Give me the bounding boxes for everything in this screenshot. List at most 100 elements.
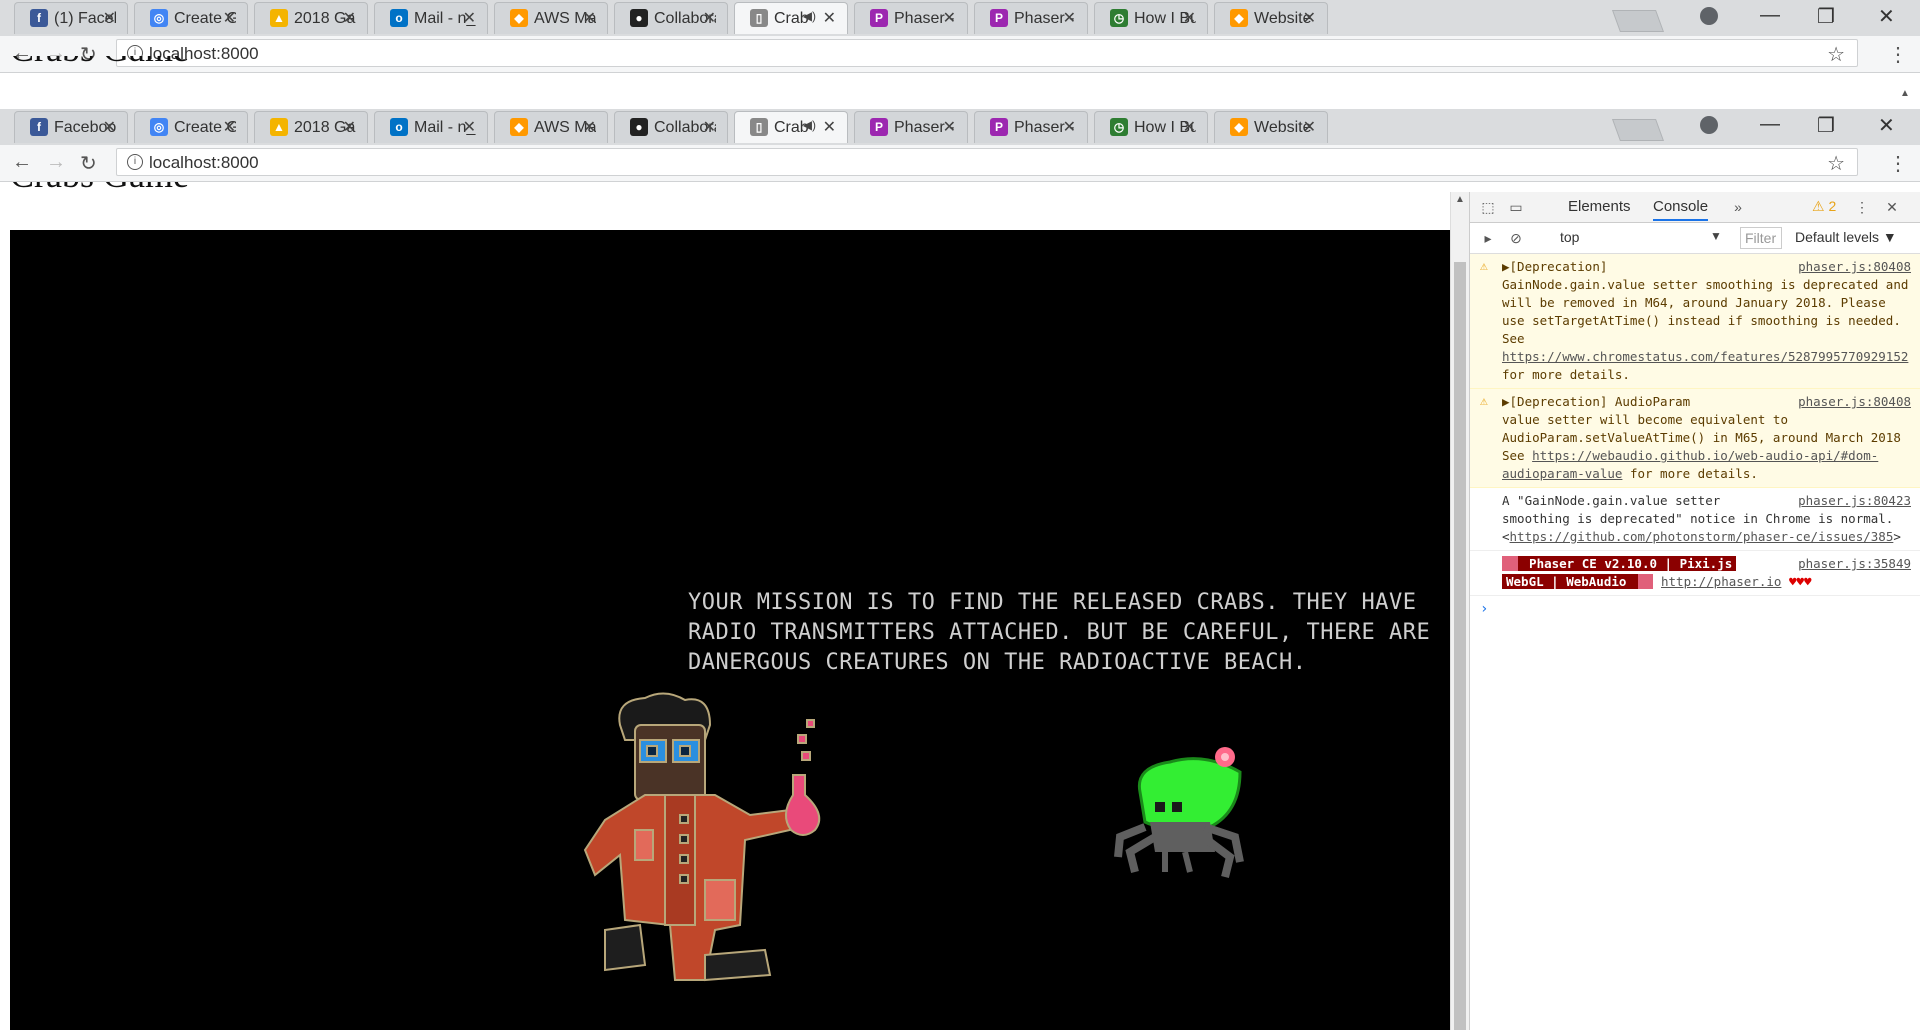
close-tab-icon[interactable]: ✕ bbox=[703, 8, 716, 28]
tab-0[interactable]: f(1) Facebo✕ bbox=[8, 2, 134, 34]
warning-count-badge[interactable]: ⚠ 2 bbox=[1812, 198, 1836, 215]
console-prompt[interactable]: › bbox=[1470, 596, 1920, 622]
tab-1[interactable]: ◎Create Ga✕ bbox=[128, 111, 254, 143]
close-tab-icon[interactable]: ✕ bbox=[1303, 117, 1316, 137]
tab-5[interactable]: ●Collaborat✕ bbox=[608, 2, 734, 34]
close-tab-icon[interactable]: ✕ bbox=[943, 117, 956, 137]
chrome-menu-icon[interactable]: ⋮ bbox=[1888, 151, 1908, 176]
close-tab-icon[interactable]: ✕ bbox=[343, 8, 356, 28]
speaker-icon[interactable]: ◀) bbox=[803, 9, 816, 23]
bookmark-star-icon[interactable]: ☆ bbox=[1827, 42, 1845, 67]
scrollbar-thumb[interactable] bbox=[1454, 262, 1466, 1030]
source-link[interactable]: phaser.js:80408 bbox=[1798, 258, 1911, 276]
close-tab-icon[interactable]: ✕ bbox=[703, 117, 716, 137]
device-toolbar-icon[interactable]: ▭ bbox=[1508, 199, 1524, 215]
tab-10[interactable]: ◆Website H✕ bbox=[1208, 2, 1334, 34]
tab-8[interactable]: PPhaser - E✕ bbox=[968, 111, 1094, 143]
more-tabs-icon[interactable]: » bbox=[1730, 199, 1746, 215]
inspect-element-icon[interactable]: ⬚ bbox=[1480, 199, 1496, 215]
aws-icon: ◆ bbox=[510, 118, 528, 136]
speaker-icon[interactable]: ◀) bbox=[803, 118, 816, 132]
source-link[interactable]: phaser.js:80423 bbox=[1798, 492, 1911, 510]
log-levels-dropdown[interactable]: Default levels ▼ bbox=[1795, 229, 1897, 245]
doc-link[interactable]: https://github.com/photonstorm/phaser-ce… bbox=[1510, 529, 1894, 544]
close-tab-icon[interactable]: ✕ bbox=[1183, 8, 1196, 28]
tab-4[interactable]: ◆AWS Mana✕ bbox=[488, 111, 614, 143]
close-tab-icon[interactable]: ✕ bbox=[943, 8, 956, 28]
chrome-menu-icon[interactable]: ⋮ bbox=[1888, 42, 1908, 67]
phaser-icon: P bbox=[990, 118, 1008, 136]
close-tab-icon[interactable]: ✕ bbox=[823, 8, 836, 28]
scroll-up-icon[interactable]: ▲ bbox=[1455, 194, 1465, 205]
forward-icon[interactable]: → bbox=[46, 151, 66, 174]
game-canvas[interactable]: YOUR MISSION IS TO FIND THE RELEASED CRA… bbox=[10, 230, 1450, 1030]
new-tab-button[interactable] bbox=[1611, 119, 1665, 141]
chevron-down-icon[interactable]: ▼ bbox=[1710, 229, 1722, 243]
clear-console-icon[interactable]: ⊘ bbox=[1508, 230, 1524, 246]
tab-elements[interactable]: Elements bbox=[1568, 198, 1631, 215]
tab-3[interactable]: oMail - n_s✕ bbox=[368, 111, 494, 143]
doc-link[interactable]: https://www.chromestatus.com/features/52… bbox=[1502, 349, 1908, 364]
new-tab-button[interactable] bbox=[1611, 10, 1665, 32]
tab-6[interactable]: ▯Crab G◀)✕ bbox=[728, 2, 854, 34]
close-tab-icon[interactable]: ✕ bbox=[823, 117, 836, 137]
close-tab-icon[interactable]: ✕ bbox=[103, 8, 116, 28]
close-window-icon[interactable]: ✕ bbox=[1878, 113, 1895, 138]
source-link[interactable]: phaser.js:35849 bbox=[1798, 555, 1911, 573]
close-tab-icon[interactable]: ✕ bbox=[343, 117, 356, 137]
page-icon: ▯ bbox=[750, 9, 768, 27]
close-tab-icon[interactable]: ✕ bbox=[1063, 117, 1076, 137]
aws-icon: ◆ bbox=[510, 9, 528, 27]
radioactive-crab-sprite bbox=[1114, 747, 1244, 878]
reload-icon[interactable]: ↻ bbox=[80, 151, 97, 176]
minimize-icon[interactable]: — bbox=[1760, 4, 1780, 27]
close-tab-icon[interactable]: ✕ bbox=[1303, 8, 1316, 28]
close-tab-icon[interactable]: ✕ bbox=[1183, 117, 1196, 137]
close-tab-icon[interactable]: ✕ bbox=[223, 8, 236, 28]
tab-2[interactable]: ▲2018 Gam✕ bbox=[248, 2, 374, 34]
phaser-icon: P bbox=[870, 118, 888, 136]
tab-7[interactable]: PPhaser - E✕ bbox=[848, 111, 974, 143]
context-selector[interactable]: top bbox=[1560, 229, 1579, 245]
tab-10[interactable]: ◆Website H✕ bbox=[1208, 111, 1334, 143]
source-link[interactable]: phaser.js:80408 bbox=[1798, 393, 1911, 411]
console-sidebar-icon[interactable]: ▸ bbox=[1480, 230, 1496, 246]
phaser-link[interactable]: http://phaser.io bbox=[1661, 574, 1781, 589]
tab-9[interactable]: ◷How I Buil✕ bbox=[1088, 2, 1214, 34]
back-icon[interactable]: ← bbox=[12, 151, 32, 174]
close-tab-icon[interactable]: ✕ bbox=[463, 8, 476, 28]
close-devtools-icon[interactable]: ✕ bbox=[1884, 199, 1900, 215]
tab-3[interactable]: oMail - n_s✕ bbox=[368, 2, 494, 34]
address-bar[interactable]: i localhost:8000 ☆ bbox=[116, 148, 1858, 176]
filter-input[interactable]: Filter bbox=[1740, 227, 1782, 249]
devtools-menu-icon[interactable]: ⋮ bbox=[1854, 199, 1870, 215]
scroll-up-icon[interactable]: ▲ bbox=[1900, 88, 1910, 99]
tab-1[interactable]: ◎Create Ga✕ bbox=[128, 2, 254, 34]
info-icon[interactable]: i bbox=[127, 154, 143, 170]
bookmark-star-icon[interactable]: ☆ bbox=[1827, 151, 1845, 176]
close-tab-icon[interactable]: ✕ bbox=[1063, 8, 1076, 28]
tab-6[interactable]: ▯Crab G◀)✕ bbox=[728, 111, 854, 143]
tab-9[interactable]: ◷How I Buil✕ bbox=[1088, 111, 1214, 143]
close-tab-icon[interactable]: ✕ bbox=[583, 8, 596, 28]
tab-7[interactable]: PPhaser - E✕ bbox=[848, 2, 974, 34]
close-tab-icon[interactable]: ✕ bbox=[223, 117, 236, 137]
restore-icon[interactable]: ❐ bbox=[1817, 4, 1835, 29]
close-window-icon[interactable]: ✕ bbox=[1878, 4, 1895, 29]
profile-icon[interactable] bbox=[1700, 116, 1718, 134]
profile-icon[interactable] bbox=[1700, 7, 1718, 25]
tab-4[interactable]: ◆AWS Mana✕ bbox=[488, 2, 614, 34]
tab-console[interactable]: Console bbox=[1653, 198, 1709, 221]
aws-icon: ◆ bbox=[1230, 118, 1248, 136]
page-scrollbar[interactable]: ▲ bbox=[1450, 192, 1469, 1030]
tab-0[interactable]: fFacebook✕ bbox=[8, 111, 134, 143]
close-tab-icon[interactable]: ✕ bbox=[583, 117, 596, 137]
tab-5[interactable]: ●Collaborat✕ bbox=[608, 111, 734, 143]
tab-8[interactable]: PPhaser - E✕ bbox=[968, 2, 1094, 34]
close-tab-icon[interactable]: ✕ bbox=[103, 117, 116, 137]
restore-icon[interactable]: ❐ bbox=[1817, 113, 1835, 138]
minimize-icon[interactable]: — bbox=[1760, 113, 1780, 136]
close-tab-icon[interactable]: ✕ bbox=[463, 117, 476, 137]
tab-strip-bottom: fFacebook✕◎Create Ga✕▲2018 Gam✕oMail - n… bbox=[0, 109, 1920, 145]
tab-2[interactable]: ▲2018 Gam✕ bbox=[248, 111, 374, 143]
